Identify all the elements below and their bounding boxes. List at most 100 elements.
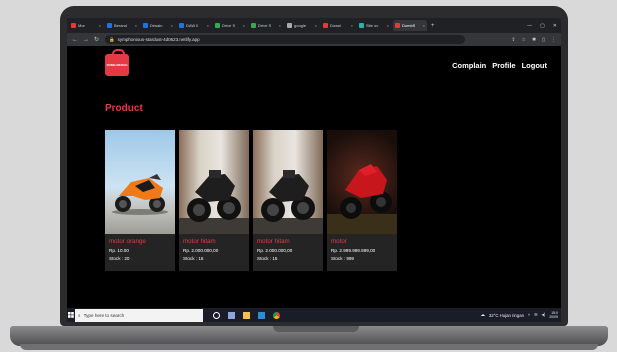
product-stock: Stock : 20 (109, 256, 130, 261)
nav-profile-link[interactable]: Profile (492, 61, 515, 70)
nav-complain-link[interactable]: Complain (452, 61, 486, 70)
search-icon: ⌕ (78, 312, 81, 318)
product-card[interactable]: motor Rp. 2.999.999.999,00 Stock : 999 (327, 130, 397, 271)
tab-close-icon[interactable]: × (279, 23, 281, 28)
browser-tab[interactable]: Berand × (105, 20, 139, 31)
minimize-icon[interactable]: — (527, 23, 532, 29)
tab-label: Site ov (366, 23, 379, 28)
tab-close-icon[interactable]: × (171, 23, 173, 28)
laptop-base-shadow (20, 344, 598, 350)
laptop-base-notch (273, 326, 359, 332)
tab-favicon-icon (107, 23, 112, 28)
browser-tab[interactable]: Downl × (321, 20, 355, 31)
vscode-icon[interactable] (258, 311, 265, 319)
tab-label: Drive S (258, 23, 272, 28)
clock[interactable]: 15:0 20/09 (549, 311, 558, 319)
windows-start-icon[interactable] (67, 308, 75, 322)
extension-icons: ⇪ ☆ ✱ ▯ ⋮ (511, 37, 561, 43)
taskbar-search-input[interactable]: ⌕ Type here to search (75, 308, 203, 322)
menu-kebab-icon[interactable]: ⋮ (551, 37, 556, 43)
product-card[interactable]: motor orange Rp. 10.00 Stock : 20 (105, 130, 175, 271)
volume-icon[interactable]: ◂) (542, 312, 546, 318)
back-icon[interactable]: ← (72, 37, 78, 43)
web-page: DUMB MERCH Complain Profile Logout Produ… (67, 46, 561, 308)
product-name: motor hitam (183, 238, 216, 245)
product-name: motor orange (109, 238, 146, 245)
browser-tab[interactable]: Drive S × (249, 20, 283, 31)
tab-favicon-icon (215, 23, 220, 28)
site-nav: Complain Profile Logout (452, 61, 547, 70)
browser-tab[interactable]: DumbS × (393, 20, 427, 31)
tab-label: Downl (330, 23, 342, 28)
logo-text: DUMB MERCH (106, 63, 128, 67)
system-tray: ☁ 32°C Hujan ringan ^ ≋ ◂) 15:0 20/09 (481, 311, 561, 319)
weather-icon: ☁ (480, 312, 485, 317)
tab-favicon-icon (71, 23, 76, 28)
tab-close-icon[interactable]: × (99, 23, 101, 28)
tab-favicon-icon (359, 23, 364, 28)
product-stock: Stock : 15 (257, 256, 278, 261)
nav-logout-link[interactable]: Logout (522, 61, 547, 70)
maximize-icon[interactable]: ▢ (540, 23, 545, 29)
forward-icon[interactable]: → (83, 37, 89, 43)
browser-tab[interactable]: DAW Il × (177, 20, 211, 31)
tab-close-icon[interactable]: × (387, 23, 389, 28)
tab-close-icon[interactable]: × (135, 23, 137, 28)
share-icon[interactable]: ⇪ (511, 37, 515, 43)
extensions-icon[interactable]: ✱ (532, 37, 536, 43)
widgets-icon[interactable] (228, 311, 235, 319)
taskbar-apps (213, 311, 280, 319)
file-explorer-icon[interactable] (243, 311, 250, 319)
site-logo[interactable]: DUMB MERCH (105, 49, 129, 76)
chrome-icon[interactable] (273, 311, 280, 319)
product-price: Rp. 10.00 (109, 248, 129, 253)
bookmark-star-icon[interactable]: ☆ (522, 37, 526, 43)
browser-tabs: Mor × Berand × Desain × DAW Il × Drive S × Drive S… (67, 20, 427, 31)
task-view-icon[interactable] (213, 311, 220, 319)
browser-tab-strip: Mor × Berand × Desain × DAW Il × Drive S × Drive S… (67, 18, 561, 33)
browser-tab[interactable]: Mor × (69, 20, 103, 31)
tab-close-icon[interactable]: × (315, 23, 317, 28)
tab-favicon-icon (179, 23, 184, 28)
tab-label: Drive S (222, 23, 236, 28)
tab-close-icon[interactable]: × (351, 23, 353, 28)
tab-label: Mor (78, 23, 85, 28)
product-image (105, 130, 175, 234)
lock-icon: 🔒 (109, 36, 115, 42)
clock-date: 20/09 (549, 315, 558, 319)
chevron-up-icon[interactable]: ^ (528, 313, 530, 318)
tab-label: Desain (150, 23, 163, 28)
tab-favicon-icon (323, 23, 328, 28)
window-controls: — ▢ ✕ (527, 23, 561, 29)
browser-tab[interactable]: Drive S × (213, 20, 247, 31)
tab-close-icon[interactable]: × (423, 23, 425, 28)
weather-text[interactable]: 32°C Hujan ringan (489, 313, 524, 318)
product-price: Rp. 2.000.000,00 (257, 248, 293, 253)
browser-tab[interactable]: Desain × (141, 20, 175, 31)
product-card[interactable]: motor hitam Rp. 2.000.000,00 Stock : 15 (179, 130, 249, 271)
tab-label: DAW Il (186, 23, 199, 28)
reload-icon[interactable]: ↻ (94, 36, 99, 43)
sidebar-icon[interactable]: ▯ (542, 37, 545, 43)
product-image (327, 130, 397, 234)
tab-close-icon[interactable]: × (207, 23, 209, 28)
network-icon[interactable]: ≋ (534, 312, 538, 318)
tab-close-icon[interactable]: × (243, 23, 245, 28)
product-name: motor hitam (257, 238, 290, 245)
windows-taskbar: ⌕ Type here to search ☁ 32°C Hujan ringa… (67, 308, 561, 322)
new-tab-icon[interactable]: + (431, 23, 435, 29)
browser-tab[interactable]: google × (285, 20, 319, 31)
close-window-icon[interactable]: ✕ (553, 23, 557, 29)
tab-label: Berand (114, 23, 127, 28)
url-field[interactable]: 🔒 symphonious-stardust-4d0623.netlify.ap… (105, 35, 466, 44)
tab-label: google (294, 23, 307, 28)
product-grid: motor orange Rp. 10.00 Stock : 20 motor … (105, 130, 397, 271)
product-card[interactable]: motor hitam Rp. 2.000.000,00 Stock : 15 (253, 130, 323, 271)
search-placeholder: Type here to search (83, 312, 125, 318)
browser-tab[interactable]: Site ov × (357, 20, 391, 31)
product-price: Rp. 2.999.999.999,00 (331, 248, 376, 253)
tab-favicon-icon (143, 23, 148, 28)
product-name: motor (331, 238, 347, 245)
browser-address-bar: ← → ↻ 🔒 symphonious-stardust-4d0623.netl… (67, 33, 561, 46)
product-price: Rp. 2.000.000,00 (183, 248, 219, 253)
